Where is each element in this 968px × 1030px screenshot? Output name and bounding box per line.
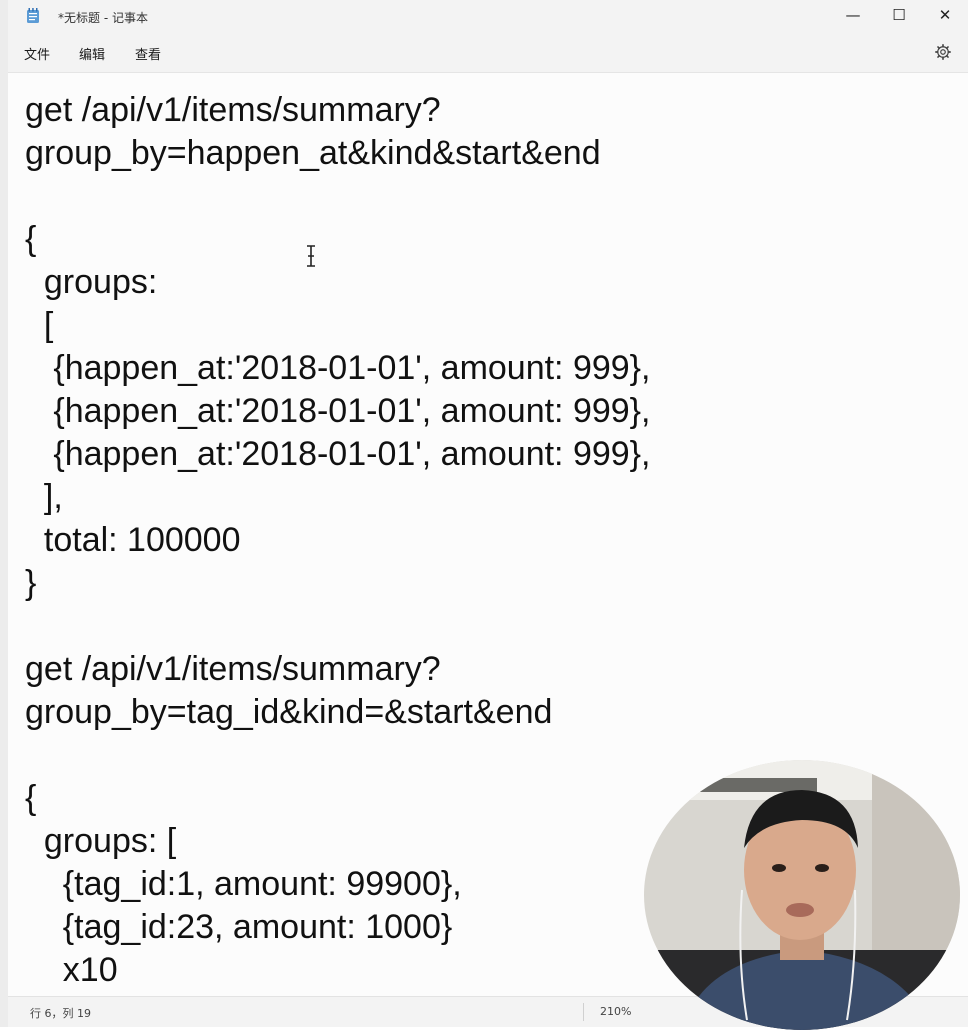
status-divider xyxy=(583,1003,584,1021)
webcam-overlay xyxy=(644,760,960,1030)
zoom-level: 210% xyxy=(600,1005,632,1018)
cursor-position: 行 6，列 19 xyxy=(30,1007,91,1020)
notepad-app-icon xyxy=(27,8,39,23)
maximize-button[interactable]: ☐ xyxy=(876,0,922,32)
menu-bar: 文件 编辑 查看 xyxy=(8,32,968,73)
minimize-button[interactable]: — xyxy=(830,0,876,32)
title-bar[interactable]: *无标题 - 记事本 — ☐ ✕ xyxy=(8,0,968,32)
close-button[interactable]: ✕ xyxy=(922,0,968,32)
window-title: *无标题 - 记事本 xyxy=(58,11,148,25)
text-cursor-icon xyxy=(307,245,315,267)
gear-icon[interactable] xyxy=(934,43,952,61)
menu-file[interactable]: 文件 xyxy=(24,44,50,63)
notepad-window: *无标题 - 记事本 — ☐ ✕ 文件 编辑 查看 get /api/v1/it… xyxy=(0,0,968,1030)
menu-view[interactable]: 查看 xyxy=(135,44,161,63)
editor-content[interactable]: get /api/v1/items/summary? group_by=happ… xyxy=(25,89,650,992)
menu-edit[interactable]: 编辑 xyxy=(79,44,105,63)
